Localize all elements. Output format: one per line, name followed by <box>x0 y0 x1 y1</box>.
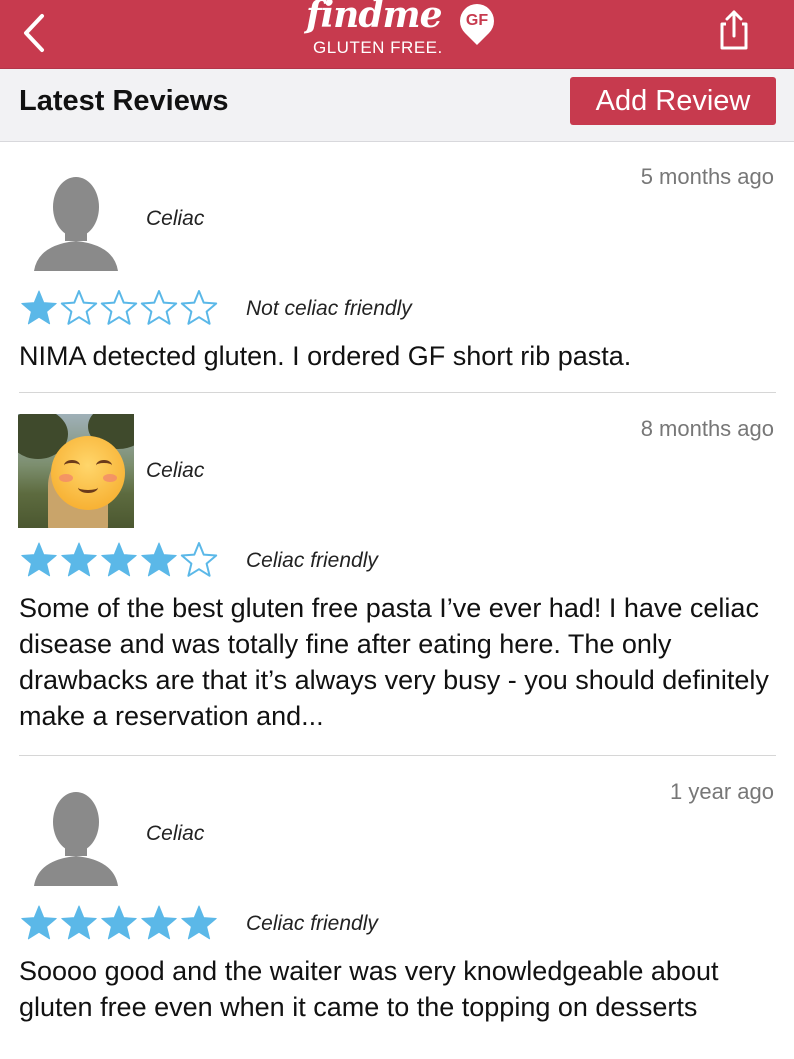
star-empty-icon <box>180 542 218 577</box>
user-photo-avatar <box>18 414 134 528</box>
star-filled-icon <box>181 905 217 940</box>
divider <box>19 392 776 393</box>
smiling-emoji-icon <box>51 436 125 510</box>
top-bar: findme GF GLUTEN FREE. <box>0 0 794 69</box>
star-empty-icon <box>100 290 138 325</box>
star-filled-icon <box>21 542 57 577</box>
star-filled-icon <box>21 905 57 940</box>
review-item[interactable]: 5 months ago Celiac Not celiac friendly … <box>0 143 794 393</box>
star-filled-icon <box>141 542 177 577</box>
star-rating <box>19 288 229 328</box>
review-text: Some of the best gluten free pasta I’ve … <box>19 593 769 731</box>
star-empty-icon <box>180 290 218 325</box>
share-button[interactable] <box>714 6 754 54</box>
app-logo: findme GF GLUTEN FREE. <box>300 0 502 62</box>
review-timestamp: 1 year ago <box>670 779 774 804</box>
star-filled-icon <box>61 542 97 577</box>
star-filled-icon <box>101 905 137 940</box>
rating-label: Not celiac friendly <box>246 297 412 320</box>
add-review-button[interactable]: Add Review <box>570 77 776 125</box>
star-filled-icon <box>61 905 97 940</box>
review-timestamp: 8 months ago <box>640 416 774 441</box>
reviews-header: Latest Reviews Add Review <box>0 69 794 142</box>
star-rating <box>19 903 229 943</box>
rating-label: Celiac friendly <box>246 549 378 572</box>
review-item[interactable]: 8 months ago Celiac Celiac friendly Some… <box>0 395 794 755</box>
review-timestamp: 5 months ago <box>640 164 774 189</box>
reviewer-type: Celiac <box>146 459 205 482</box>
star-filled-icon <box>141 905 177 940</box>
review-item[interactable]: 1 year ago Celiac Celiac friendly Soooo … <box>0 758 794 1059</box>
star-filled-icon <box>21 290 57 325</box>
chevron-left-icon <box>24 14 44 52</box>
section-title: Latest Reviews <box>19 85 229 117</box>
share-icon <box>720 10 748 50</box>
star-rating <box>19 540 229 580</box>
divider <box>19 755 776 756</box>
back-button[interactable] <box>18 8 58 58</box>
logo-subtitle: GLUTEN FREE. <box>313 38 443 57</box>
reviewer-type: Celiac <box>146 822 205 845</box>
reviewer-type: Celiac <box>146 207 205 230</box>
logo-wordmark: findme <box>306 0 443 36</box>
star-filled-icon <box>101 542 137 577</box>
logo-badge: GF <box>465 12 489 29</box>
star-empty-icon <box>140 290 178 325</box>
user-avatar-icon <box>18 171 134 287</box>
review-text: NIMA detected gluten. I ordered GF short… <box>19 341 632 371</box>
star-empty-icon <box>60 290 98 325</box>
review-text: Soooo good and the waiter was very knowl… <box>19 956 719 1022</box>
rating-label: Celiac friendly <box>246 912 378 935</box>
user-avatar-icon <box>18 786 134 902</box>
